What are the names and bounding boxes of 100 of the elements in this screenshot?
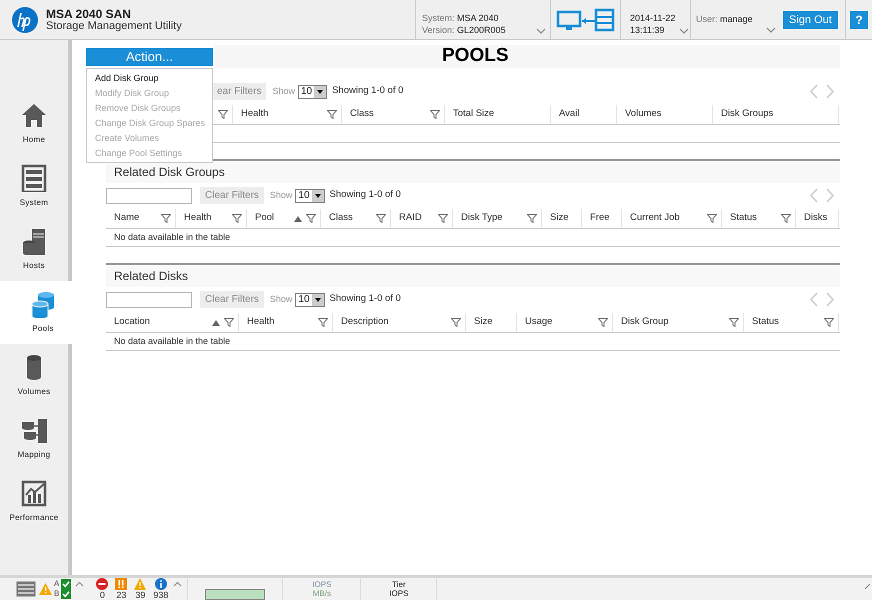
empty-table-message: No data available in the table [113, 230, 230, 244]
filter-input[interactable] [106, 188, 192, 204]
column-header[interactable]: Size [542, 209, 582, 228]
column-header[interactable]: Disk Groups [713, 105, 839, 124]
product-title: MSA 2040 SAN [46, 8, 132, 20]
event-count: 39 [135, 591, 146, 600]
column-header[interactable]: Description [333, 313, 466, 332]
sort-ascending-icon[interactable] [294, 216, 302, 222]
show-label: Show [272, 84, 295, 98]
filter-icon[interactable] [729, 318, 739, 327]
storage-icon[interactable] [16, 581, 36, 597]
column-header[interactable]: Usage [517, 313, 613, 332]
sidebar-item[interactable]: Mapping [0, 407, 68, 470]
column-header[interactable]: Health [239, 313, 333, 332]
iops-label: IOPS [312, 580, 332, 589]
column-header[interactable]: Status [722, 209, 796, 228]
system-version: Version: GL200R005 [422, 24, 507, 36]
section-title: Related Disk Groups [113, 164, 225, 181]
event-count: 0 [100, 591, 105, 600]
sidebar-item[interactable]: System [0, 155, 68, 218]
filter-icon[interactable] [781, 214, 791, 223]
column-header[interactable]: Volumes [617, 105, 713, 124]
filter-icon[interactable] [318, 318, 328, 327]
column-header[interactable]: Name [106, 209, 176, 228]
chevron-icon[interactable] [536, 28, 546, 34]
filter-icon[interactable] [824, 318, 834, 327]
mbs-label: MB/s [312, 589, 331, 598]
sidebar-item[interactable]: Hosts [0, 218, 68, 281]
filter-icon[interactable] [527, 214, 537, 223]
controller-label: B [54, 589, 60, 599]
column-header[interactable]: Free [582, 209, 622, 228]
mapping-icon [20, 416, 48, 444]
filter-icon[interactable] [451, 318, 461, 327]
tier-iops-label: IOPS [389, 589, 408, 598]
column-header[interactable]: Disk Type [453, 209, 542, 228]
filter-icon[interactable] [161, 214, 171, 223]
resize-grip-icon[interactable] [865, 584, 870, 589]
column-header[interactable]: Disk Group [613, 313, 744, 332]
filter-icon[interactable] [218, 110, 228, 119]
column-header[interactable]: Disks [796, 209, 839, 228]
info-icon[interactable] [154, 578, 167, 590]
column-header[interactable]: Avail [551, 105, 617, 124]
caret-up-icon[interactable] [173, 581, 182, 587]
menu-item[interactable]: Add Disk Group [87, 71, 212, 86]
filter-icon[interactable] [306, 214, 316, 223]
showing-count: Showing 1-0 of 0 [332, 84, 404, 98]
column-header[interactable]: Status [744, 313, 839, 332]
chevron-icon[interactable] [766, 27, 776, 33]
column-header[interactable]: Location [106, 313, 239, 332]
sort-ascending-icon[interactable] [212, 320, 220, 326]
critical-icon[interactable] [115, 578, 128, 590]
server-icon [20, 164, 48, 192]
column-header[interactable]: Health [233, 105, 342, 124]
column-header[interactable]: Class [321, 209, 391, 228]
section-title: Related Disks [113, 268, 188, 285]
column-header[interactable]: Pool [247, 209, 321, 228]
show-label: Show [270, 188, 292, 202]
filter-icon[interactable] [598, 318, 608, 327]
page-size-select[interactable]: 10 [298, 84, 328, 98]
user-name: User: manage [696, 12, 753, 26]
column-header[interactable]: Current Job [622, 209, 722, 228]
filter-icon[interactable] [438, 214, 448, 223]
connection-icon[interactable] [556, 6, 616, 32]
filter-input[interactable] [106, 292, 192, 308]
sign-out-button[interactable]: Sign Out [783, 10, 838, 28]
column-header[interactable]: Total Size [445, 105, 551, 124]
home-icon [20, 101, 48, 129]
column-header[interactable]: Class [342, 105, 445, 124]
page-size-select[interactable]: 10 [295, 292, 325, 306]
filter-icon[interactable] [224, 318, 234, 327]
filter-icon[interactable] [376, 214, 386, 223]
hp-logo-icon [12, 6, 38, 32]
help-button[interactable]: ? [850, 10, 868, 28]
controller-label: A [54, 579, 60, 589]
empty-table-message: No data available in the table [113, 334, 230, 348]
event-count: 23 [116, 591, 126, 600]
showing-count: Showing 1-0 of 0 [330, 292, 401, 306]
sidebar-item[interactable]: Volumes [0, 344, 68, 407]
caret-up-icon[interactable] [75, 581, 84, 587]
chevron-icon[interactable] [679, 28, 690, 34]
filter-icon[interactable] [430, 110, 440, 119]
column-header[interactable]: Health [176, 209, 247, 228]
sidebar-item[interactable]: Performance [0, 470, 68, 533]
host-icon [20, 227, 48, 255]
show-label: Show [270, 292, 292, 306]
page-title: POOLS [442, 44, 509, 68]
filter-icon[interactable] [327, 110, 337, 119]
filter-icon[interactable] [232, 214, 242, 223]
column-header[interactable]: RAID [391, 209, 453, 228]
sidebar-item[interactable]: Home [0, 92, 68, 155]
column-header[interactable]: Size [466, 313, 517, 332]
error-icon[interactable] [96, 578, 108, 590]
database-icon [29, 290, 57, 318]
page-size-select[interactable]: 10 [295, 188, 325, 202]
product-subtitle: Storage Management Utility [46, 20, 182, 32]
activity-bar [205, 588, 266, 600]
warning-icon [39, 583, 52, 595]
event-count: 938 [153, 591, 168, 600]
filter-icon[interactable] [707, 214, 717, 223]
action-button[interactable]: Action... [86, 48, 213, 66]
